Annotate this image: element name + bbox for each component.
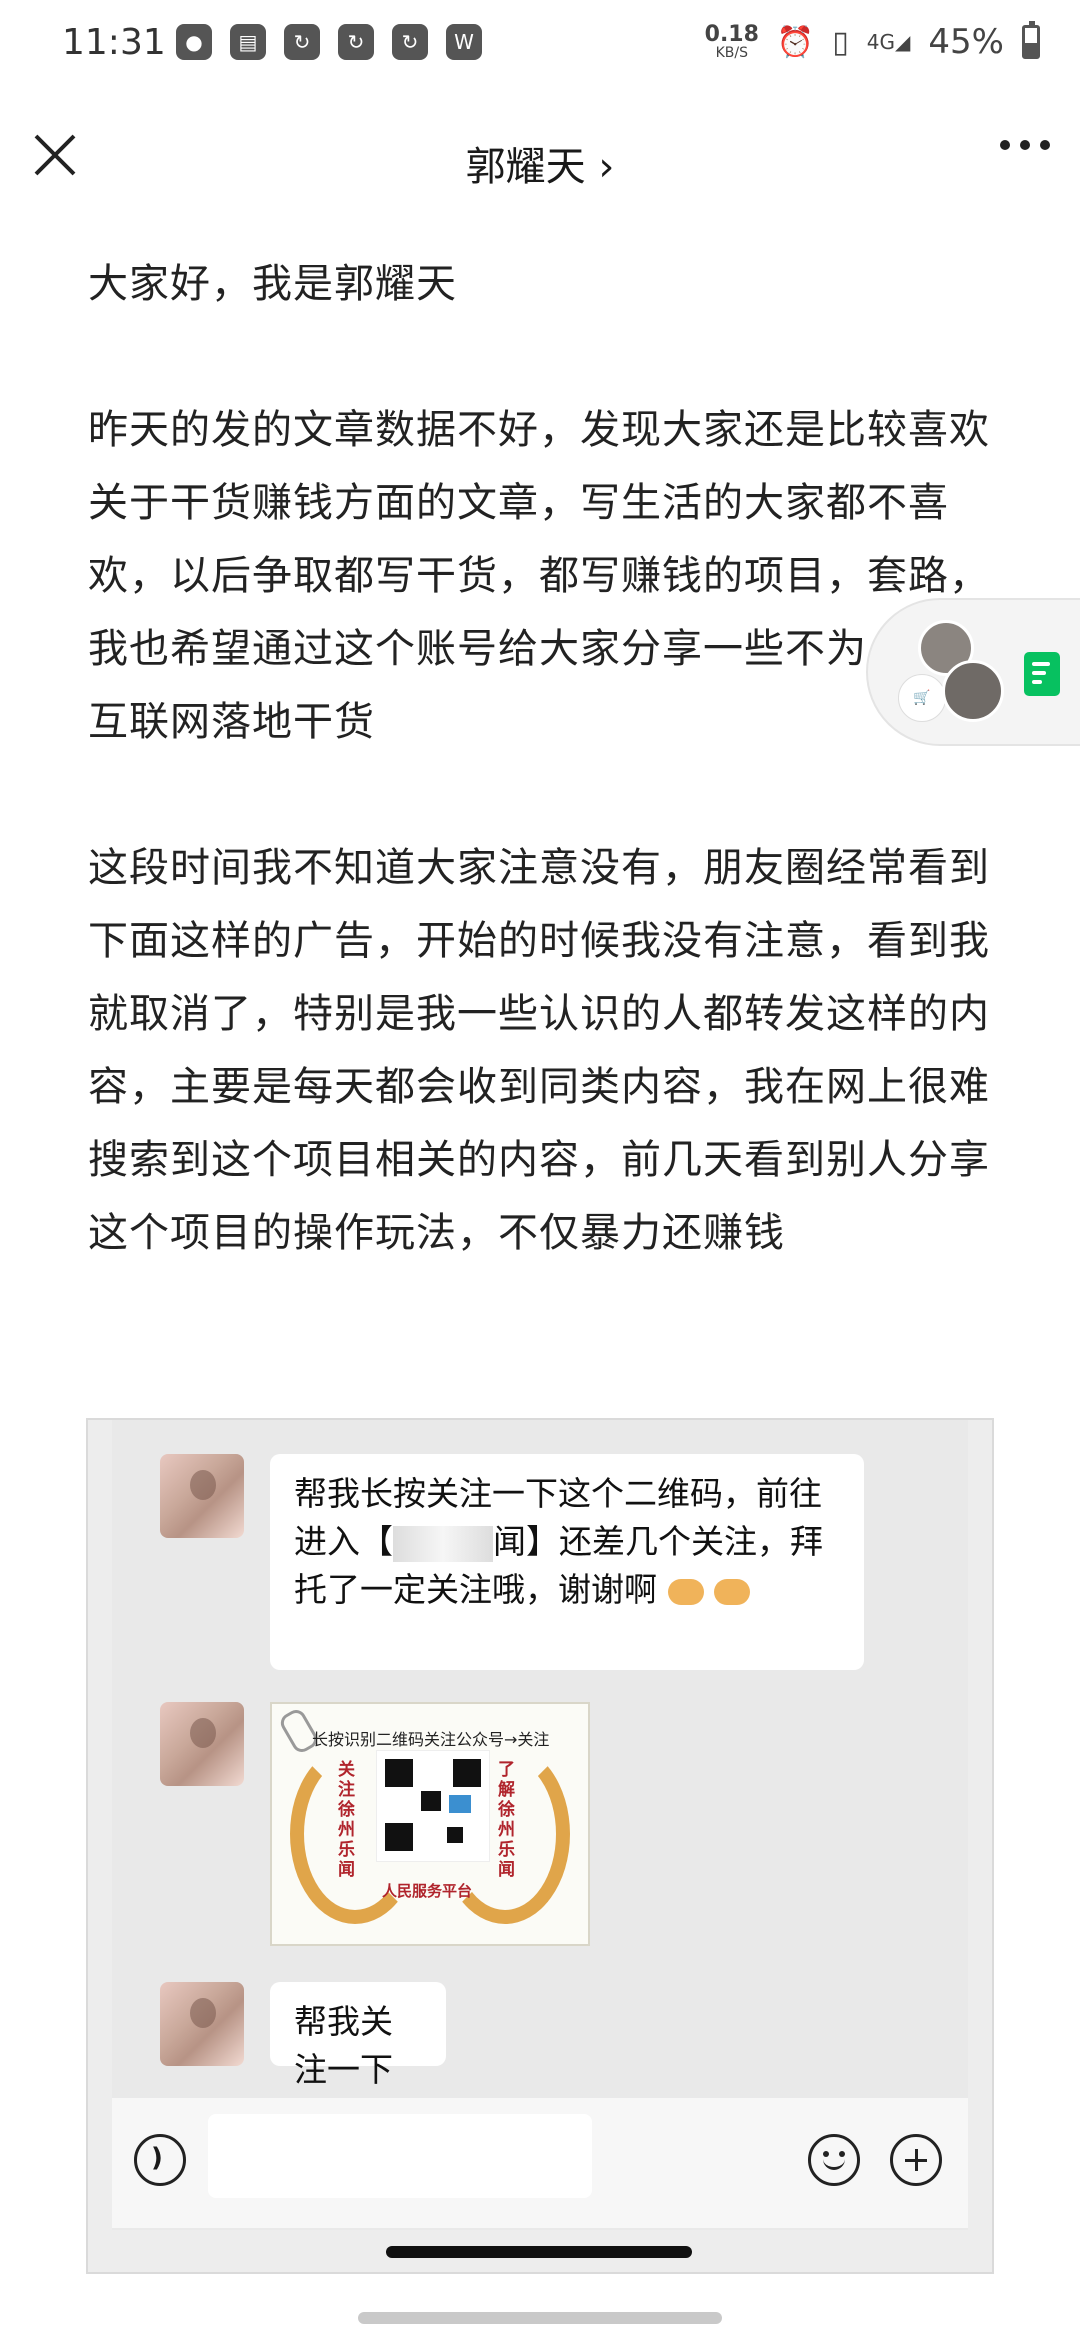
handshake-icon — [714, 1578, 750, 1605]
chat-bubble: 帮我关注一下 — [270, 1982, 446, 2089]
avatar — [160, 1982, 244, 2066]
qr-side-text: 关注徐州乐闻 — [338, 1760, 355, 1880]
qr-side-text: 了解徐州乐闻 — [498, 1760, 515, 1880]
blurred-text — [393, 1525, 493, 1562]
signal-icon: 4G◢ — [866, 30, 911, 54]
home-indicator[interactable] — [358, 2312, 722, 2324]
avatar — [160, 1702, 244, 1786]
refresh-icon: ↻ — [284, 24, 320, 60]
alarm-icon: ⏰ — [776, 24, 815, 60]
article-body: 大家好，我是郭耀天 昨天的发的文章数据不好，发现大家还是比较喜欢关于干货赚钱方面… — [88, 248, 1008, 1343]
chat-input-bar — [112, 2098, 968, 2228]
refresh-icon: ↻ — [338, 24, 374, 60]
handshake-icon — [667, 1578, 704, 1605]
avatar — [160, 1454, 244, 1538]
shop-icon: 🛒 — [898, 674, 946, 722]
article-paragraph: 大家好，我是郭耀天 — [88, 261, 457, 307]
account-title[interactable]: 郭耀天 › — [0, 134, 1080, 192]
net-speed-unit: KB/S — [715, 45, 748, 61]
chat-bubble: 帮我长按关注一下这个二维码，前往进入【 闻】还差几个关注，拜托了一定关注哦，谢谢啊 — [270, 1454, 864, 1670]
nav-bar: 郭耀天 › — [0, 96, 1080, 226]
refresh-icon: ↻ — [392, 24, 428, 60]
notification-icons: ● ▤ ↻ ↻ ↻ W — [176, 24, 482, 60]
net-speed-value: 0.18 — [704, 22, 759, 47]
vibrate-icon: ▯ — [832, 24, 849, 60]
home-indicator — [386, 2246, 692, 2258]
wps-icon: W — [446, 24, 482, 60]
voice-icon[interactable] — [134, 2134, 186, 2186]
more-options-icon[interactable] — [1000, 140, 1050, 150]
qr-bottom-text: 人民服务平台 — [382, 1882, 473, 1900]
article-paragraph: 这段时间我不知道大家注意没有，朋友圈经常看到下面这样的广告，开始的时候我没有注意… — [88, 845, 990, 1256]
battery-icon — [1022, 21, 1040, 59]
floating-window[interactable]: 🛒 — [866, 598, 1080, 746]
chat-screenshot: 帮我长按关注一下这个二维码，前往进入【 闻】还差几个关注，拜托了一定关注哦，谢谢啊… — [86, 1418, 994, 2274]
battery-fill — [1025, 43, 1037, 56]
message-text: 帮我关注一下 — [294, 2002, 393, 2089]
net-speed: 0.18 KB/S — [704, 22, 759, 61]
avatar — [942, 660, 1004, 722]
network-type: 4G — [866, 30, 896, 54]
emoji-icon[interactable] — [808, 2134, 860, 2186]
qr-code-icon — [376, 1750, 490, 1862]
battery-percent: 45% — [928, 22, 1004, 62]
weibo-icon: ● — [176, 24, 212, 60]
doc-icon: ▤ — [230, 24, 266, 60]
status-time: 11:31 — [62, 22, 166, 63]
status-indicators: 0.18 KB/S ⏰ ▯ 4G◢ 45% — [704, 21, 1040, 62]
message-input[interactable] — [208, 2114, 592, 2198]
plus-icon[interactable] — [890, 2134, 942, 2186]
article-paragraph: 昨天的发的文章数据不好，发现大家还是比较喜欢关于干货赚钱方面的文章，写生活的大家… — [88, 407, 990, 745]
status-bar: 11:31 ● ▤ ↻ ↻ ↻ W 0.18 KB/S ⏰ ▯ 4G◢ 45% — [0, 0, 1080, 96]
document-icon — [1024, 652, 1060, 696]
qr-code-image: 长按识别二维码关注公众号→关注 关注徐州乐闻 了解徐州乐闻 人民服务平台 — [270, 1702, 590, 1946]
